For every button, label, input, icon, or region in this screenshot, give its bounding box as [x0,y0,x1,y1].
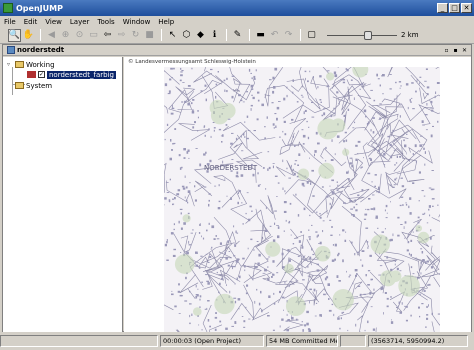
toolbar-separator [161,29,162,41]
undo-icon[interactable]: ↶ [268,29,281,42]
project-title: norderstedt [17,46,65,54]
category-label: Working [26,60,55,69]
status-coordinates: (3563714, 5950994.2) [368,335,468,347]
zoom-tool-icon[interactable]: 🔍 [8,28,21,42]
back-icon[interactable]: ⇦ [101,29,114,42]
toolbar-separator [249,29,250,41]
zoom-fence-icon[interactable]: ▭ [87,29,100,42]
zoom-full-icon[interactable]: ⊕ [59,29,72,42]
menu-tools[interactable]: Tools [97,18,114,26]
fence-tool-icon[interactable]: ⬡ [180,29,193,42]
forward-icon[interactable]: ⇨ [115,29,128,42]
project-icon [7,46,15,54]
edit-tool-icon[interactable]: ✎ [231,29,244,42]
close-button[interactable]: ✕ [461,3,472,13]
zoom-slider-track [327,35,397,36]
maximize-icon[interactable]: ▪ [452,47,459,54]
zoom-previous-icon[interactable]: ◀ [45,29,58,42]
status-bar: 00:00:03 (Open Project) 54 MB Committed … [0,333,474,349]
toolbar-separator [226,29,227,41]
status-time: 00:00:03 (Open Project) [160,335,264,347]
category-label: System [26,81,53,90]
menu-file[interactable]: File [4,18,16,26]
collapse-icon[interactable]: ▿ [7,61,13,68]
zoom-slider-knob[interactable] [364,31,372,40]
title-bar: OpenJUMP _ □ ✕ [0,0,474,16]
maximize-button[interactable]: □ [449,3,460,13]
menu-edit[interactable]: Edit [24,18,38,26]
layer-tree-panel: ▿ Working ✓ norderstedt_farbig System [3,57,123,332]
minimize-button[interactable]: _ [437,3,448,13]
raster-layer-icon [27,71,36,78]
menu-bar: File Edit View Layer Tools Window Help [0,16,474,27]
menu-layer[interactable]: Layer [70,18,90,26]
menu-view[interactable]: View [45,18,62,26]
refresh-icon[interactable]: ↻ [129,29,142,42]
map-view[interactable]: © Landesvermessungsamt Schleswig-Holstei… [124,57,471,332]
toolbar: 🔍 ✋ ◀ ⊕ ⊙ ▭ ⇦ ⇨ ↻ ■ ↖ ⬡ ◆ ℹ ✎ ▬ ↶ ↷ ▢ 2 … [0,27,474,44]
menu-window[interactable]: Window [123,18,151,26]
select-tool-icon[interactable]: ↖ [166,29,179,42]
window-title: OpenJUMP [16,3,63,13]
info-tool-icon[interactable]: ℹ [208,29,221,42]
folder-icon [15,61,24,68]
status-message [0,335,158,347]
openjump-icon [3,3,13,13]
measure-tool-icon[interactable]: ▬ [254,29,267,42]
close-icon[interactable]: ✕ [461,47,468,54]
category-working[interactable]: ▿ Working [7,60,55,69]
place-label: NORDERSTEDT [204,164,258,172]
toolbar-separator [300,29,301,41]
layer-label: norderstedt_farbig [47,70,116,79]
pan-tool-icon[interactable]: ✋ [22,29,35,42]
zoom-selected-icon[interactable]: ⊙ [73,29,86,42]
project-controls: ▫ ▪ ✕ [443,47,468,54]
feature-info-icon[interactable]: ◆ [194,29,207,42]
menu-help[interactable]: Help [158,18,174,26]
stop-icon[interactable]: ■ [143,29,156,42]
category-system[interactable]: System [7,81,52,90]
status-memory: 54 MB Committed Me... [266,335,338,347]
map-copyright: © Landesvermessungsamt Schleswig-Holstei… [128,59,256,65]
layer-visible-checkbox[interactable]: ✓ [38,71,45,78]
window-controls: _ □ ✕ [437,3,472,13]
restore-icon[interactable]: ▫ [443,47,450,54]
status-blank [340,335,366,347]
window-tool-icon[interactable]: ▢ [305,29,318,42]
layer-norderstedt-farbig[interactable]: ✓ norderstedt_farbig [27,70,116,79]
redo-icon[interactable]: ↷ [282,29,295,42]
scale-label: 2 km [401,31,419,39]
zoom-slider[interactable] [327,29,397,41]
project-title-bar: norderstedt ▫ ▪ ✕ [3,45,471,56]
toolbar-separator [40,29,41,41]
raster-map: NORDERSTEDT [164,67,440,332]
folder-icon [15,82,24,89]
project-frame: norderstedt ▫ ▪ ✕ ▿ Working ✓ nordersted… [2,44,472,332]
